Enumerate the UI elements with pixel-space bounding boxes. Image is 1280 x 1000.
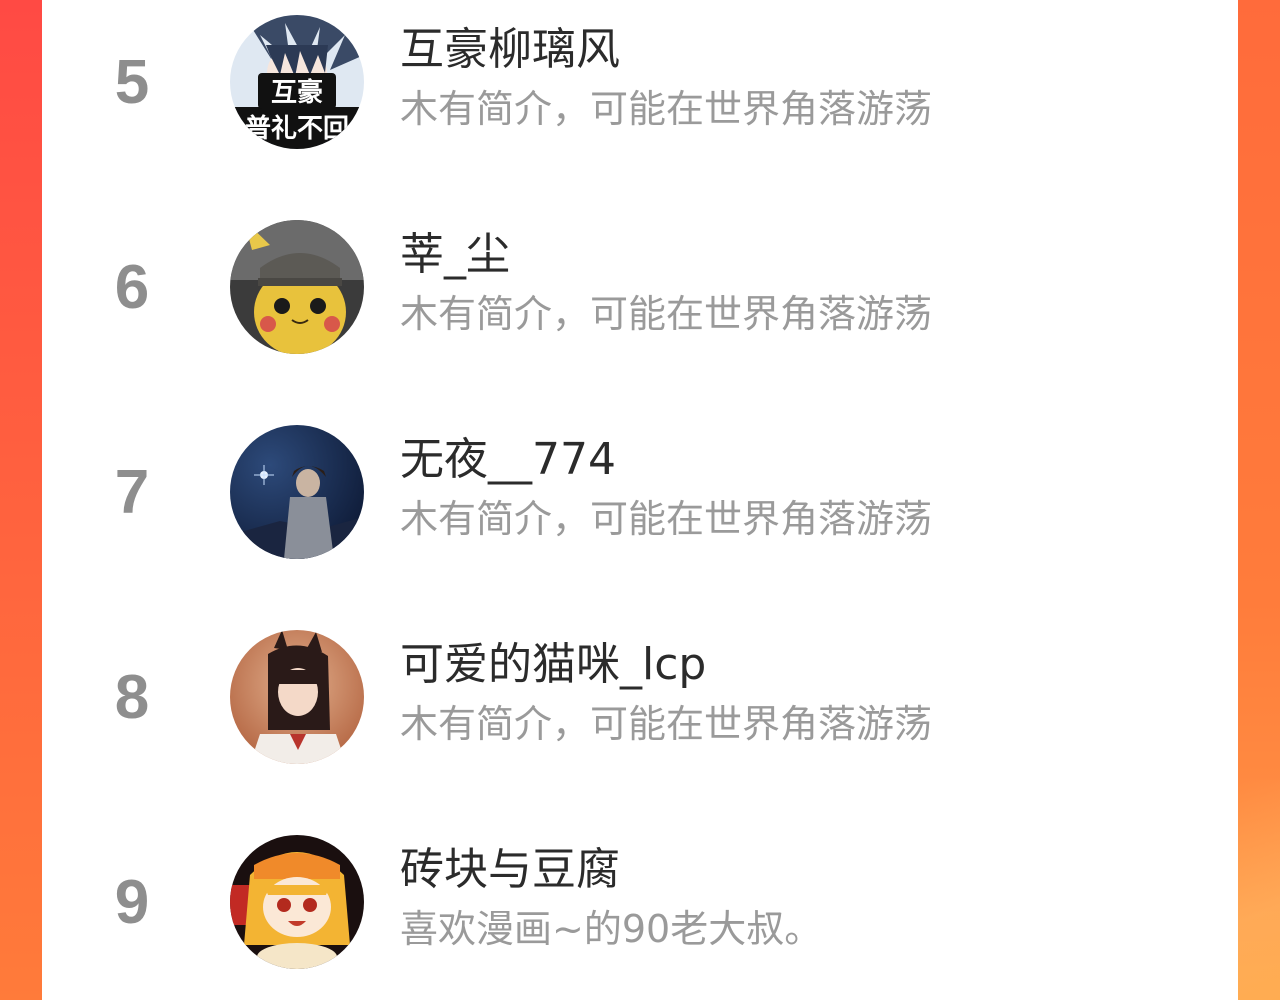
avatar-text: 普礼不回 <box>245 113 349 144</box>
user-bio: 木有简介，可能在世界角落游荡 <box>400 87 933 131</box>
user-avatar[interactable] <box>230 630 364 764</box>
night-warrior-avatar-icon <box>230 425 364 559</box>
username[interactable]: 莘_尘 <box>400 229 510 281</box>
username[interactable]: 可爱的猫咪_lcp <box>400 639 706 691</box>
username[interactable]: 砖块与豆腐 <box>400 844 620 896</box>
user-bio: 木有简介，可能在世界角落游荡 <box>400 497 933 541</box>
anime-boy-avatar-icon: 互豪 普礼不回 <box>230 15 364 149</box>
ranking-row[interactable]: 5 互豪 普礼不回 互豪柳璃风 木有简介，可能在世界角落游荡 <box>42 12 1238 152</box>
user-bio: 木有简介，可能在世界角落游荡 <box>400 292 933 336</box>
user-avatar[interactable] <box>230 835 364 969</box>
edge-highlight <box>1238 780 1280 1000</box>
username[interactable]: 无夜__774 <box>400 434 616 486</box>
ranking-row[interactable]: 9 砖块与豆腐 喜欢漫画~的90老大叔。 <box>42 832 1238 972</box>
user-avatar[interactable]: 互豪 普礼不回 <box>230 15 364 149</box>
rank-number: 8 <box>114 663 150 732</box>
right-edge-decoration <box>1238 0 1280 1000</box>
username[interactable]: 互豪柳璃风 <box>400 24 620 76</box>
rank-number: 6 <box>114 253 150 322</box>
avatar-text: 互豪 <box>271 77 323 108</box>
ranking-row[interactable]: 7 无夜__774 木有简介，可能在世界角落游荡 <box>42 422 1238 562</box>
user-avatar[interactable] <box>230 220 364 354</box>
user-avatar[interactable] <box>230 425 364 559</box>
rank-number: 9 <box>114 868 150 937</box>
umaru-anime-avatar-icon <box>230 835 364 969</box>
user-bio: 喜欢漫画~的90老大叔。 <box>400 907 823 951</box>
rank-number: 5 <box>114 48 150 117</box>
user-bio: 木有简介，可能在世界角落游荡 <box>400 702 933 746</box>
detective-pikachu-avatar-icon <box>230 220 364 354</box>
ranking-row[interactable]: 8 可爱的猫咪_lcp 木有简介，可能在世界角落游荡 <box>42 627 1238 767</box>
ranking-row[interactable]: 6 莘_尘 木有简介，可能在世界角落游荡 <box>42 217 1238 357</box>
rank-number: 7 <box>114 458 150 527</box>
ranking-list: 5 互豪 普礼不回 互豪柳璃风 木有简介，可能在世界角落游荡 6 莘_尘 木有简… <box>42 0 1238 1000</box>
cosplay-girl-avatar-icon <box>230 630 364 764</box>
